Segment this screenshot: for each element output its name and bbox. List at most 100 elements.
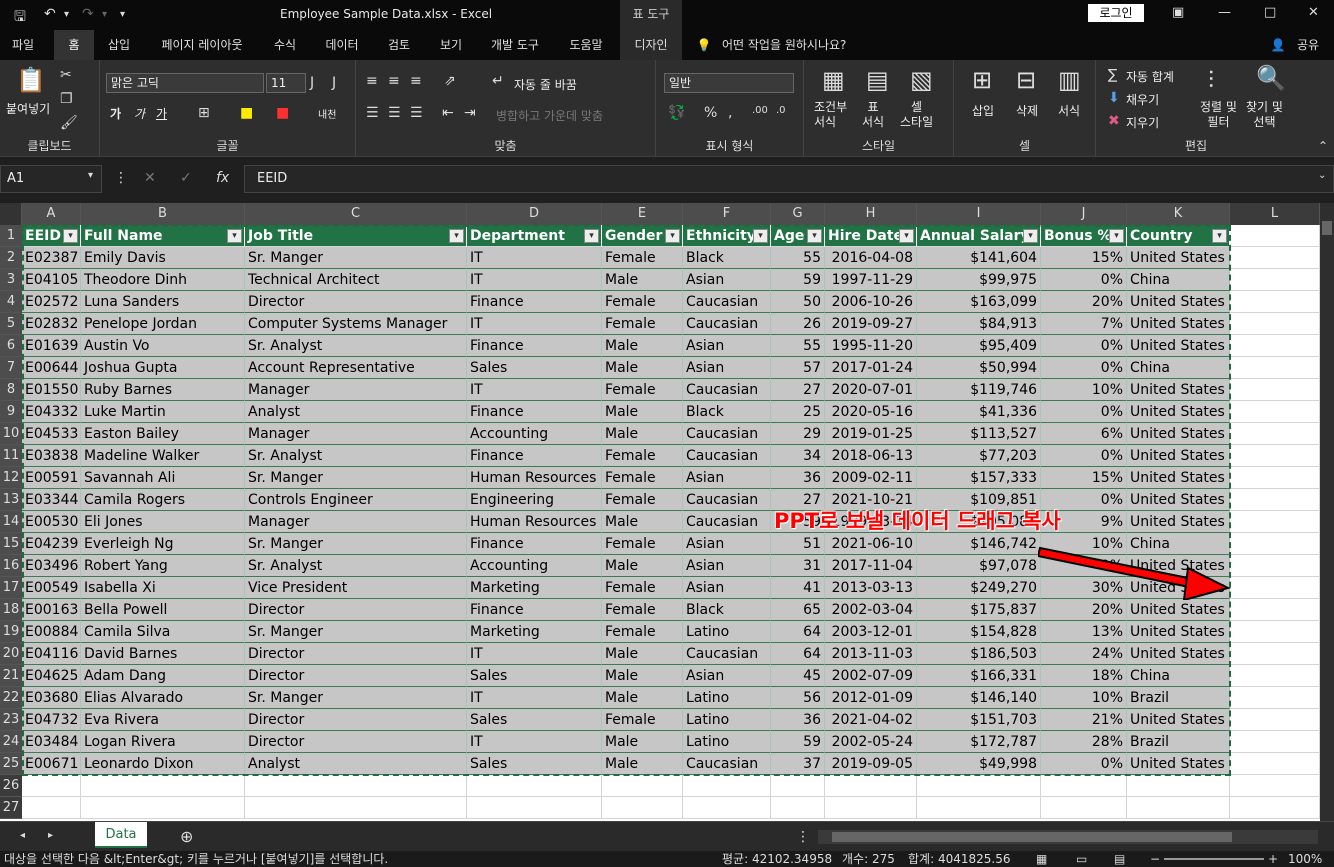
currency-icon[interactable]: 💱	[668, 106, 685, 120]
comma-icon[interactable]: ,	[728, 106, 732, 120]
table-cell[interactable]: Director	[245, 643, 467, 665]
table-cell[interactable]: 41	[771, 577, 825, 599]
table-cell[interactable]: Adam Dang	[81, 665, 245, 687]
page-layout-view-icon[interactable]: ▭	[1076, 851, 1087, 867]
table-cell[interactable]: United States	[1127, 379, 1230, 401]
table-cell[interactable]: Caucasian	[683, 379, 771, 401]
table-cell[interactable]: E02832	[22, 313, 81, 335]
clear-icon[interactable]: ✖	[1108, 114, 1120, 128]
column-header-g[interactable]: G	[771, 203, 825, 225]
close-icon[interactable]: ✕	[1308, 5, 1319, 20]
cancel-icon[interactable]: ✕	[144, 171, 156, 185]
table-cell[interactable]: Asian	[683, 357, 771, 379]
table-cell[interactable]: 2017-01-24	[825, 357, 917, 379]
table-cell[interactable]: Marketing	[467, 621, 602, 643]
table-cell[interactable]: 36	[771, 709, 825, 731]
table-cell[interactable]: Female	[602, 533, 683, 555]
table-cell[interactable]: United States	[1127, 445, 1230, 467]
table-cell[interactable]: Male	[602, 511, 683, 533]
insert-cells-icon[interactable]: ⊞	[972, 68, 992, 92]
table-cell[interactable]: United States	[1127, 489, 1230, 511]
table-cell[interactable]: Isabella Xi	[81, 577, 245, 599]
row-header[interactable]: 9	[0, 401, 22, 423]
empty-cell[interactable]	[1230, 357, 1320, 379]
table-cell[interactable]: E00644	[22, 357, 81, 379]
table-cell[interactable]: 64	[771, 643, 825, 665]
table-cell[interactable]: Analyst	[245, 401, 467, 423]
empty-cell[interactable]	[1230, 621, 1320, 643]
fill-button[interactable]: 채우기	[1126, 91, 1159, 108]
table-cell[interactable]: Sr. Manger	[245, 687, 467, 709]
table-cell[interactable]: Caucasian	[683, 445, 771, 467]
insert-cells-button[interactable]: 삽입	[972, 102, 994, 119]
table-header-cell[interactable]: Department ▾	[467, 225, 602, 247]
table-cell[interactable]: 59	[771, 269, 825, 291]
format-painter-icon[interactable]: 🖌	[60, 116, 78, 130]
table-cell[interactable]: Marketing	[467, 577, 602, 599]
row-header[interactable]: 16	[0, 555, 22, 577]
worksheet-grid[interactable]: A B C D E F G H I J K L 1 EEID ▾ Full Name ▾ Job Title ▾ De…	[0, 203, 1320, 821]
table-cell[interactable]: 1997-11-29	[825, 269, 917, 291]
table-cell[interactable]: $84,913	[917, 313, 1041, 335]
empty-cell[interactable]	[825, 797, 917, 819]
sort-filter-button[interactable]: 정렬 및 필터	[1200, 100, 1237, 130]
table-cell[interactable]: Male	[602, 753, 683, 775]
table-header-cell[interactable]: EEID ▾	[22, 225, 81, 247]
table-cell[interactable]: China	[1127, 665, 1230, 687]
decrease-font-icon[interactable]: 𝖩	[332, 76, 336, 90]
empty-cell[interactable]	[1230, 445, 1320, 467]
empty-cell[interactable]	[1230, 577, 1320, 599]
table-cell[interactable]: $95,409	[917, 335, 1041, 357]
table-cell[interactable]: E04105	[22, 269, 81, 291]
wrap-text-icon[interactable]: ↵	[492, 74, 504, 88]
table-cell[interactable]: Latino	[683, 709, 771, 731]
table-header-cell[interactable]: Bonus % ▾	[1041, 225, 1127, 247]
table-cell[interactable]: United States	[1127, 709, 1230, 731]
table-cell[interactable]: Bella Powell	[81, 599, 245, 621]
redo-dropdown-icon[interactable]: ▾	[102, 9, 107, 27]
table-cell[interactable]: Easton Bailey	[81, 423, 245, 445]
table-cell[interactable]: Female	[602, 445, 683, 467]
empty-cell[interactable]	[1230, 247, 1320, 269]
login-button[interactable]: 로그인	[1088, 4, 1144, 22]
empty-cell[interactable]	[917, 797, 1041, 819]
table-cell[interactable]: Asian	[683, 577, 771, 599]
empty-cell[interactable]	[1230, 599, 1320, 621]
fill-color-icon[interactable]: ■	[240, 106, 253, 120]
add-sheet-icon[interactable]: ⊕	[180, 829, 193, 845]
table-cell[interactable]: $119,746	[917, 379, 1041, 401]
table-cell[interactable]: IT	[467, 379, 602, 401]
table-cell[interactable]: E04116	[22, 643, 81, 665]
font-name-select[interactable]: 맑은 고딕	[106, 73, 264, 93]
table-cell[interactable]: 0%	[1041, 753, 1127, 775]
table-cell[interactable]: United States	[1127, 423, 1230, 445]
tab-formulas[interactable]: 수식	[264, 30, 306, 60]
page-break-view-icon[interactable]: ▤	[1114, 851, 1125, 867]
table-cell[interactable]: United States	[1127, 291, 1230, 313]
table-cell[interactable]: Account Representative	[245, 357, 467, 379]
table-cell[interactable]: Sr. Manger	[245, 467, 467, 489]
table-cell[interactable]: Male	[602, 335, 683, 357]
column-header-l[interactable]: L	[1230, 203, 1320, 225]
tab-file[interactable]: 파일	[0, 30, 46, 60]
table-cell[interactable]: Finance	[467, 335, 602, 357]
column-header-j[interactable]: J	[1041, 203, 1127, 225]
table-cell[interactable]: Human Resources	[467, 467, 602, 489]
table-cell[interactable]: $49,998	[917, 753, 1041, 775]
sheet-tab-data[interactable]: Data	[95, 822, 147, 848]
table-cell[interactable]: $186,503	[917, 643, 1041, 665]
tab-view[interactable]: 보기	[428, 30, 474, 60]
share-button[interactable]: 공유	[1288, 30, 1328, 60]
table-cell[interactable]: E02387	[22, 247, 81, 269]
percent-icon[interactable]: %	[704, 106, 717, 120]
table-cell[interactable]: United States	[1127, 621, 1230, 643]
table-cell[interactable]: E04732	[22, 709, 81, 731]
table-cell[interactable]: E03484	[22, 731, 81, 753]
table-cell[interactable]: Emily Davis	[81, 247, 245, 269]
table-cell[interactable]: Director	[245, 731, 467, 753]
clear-button[interactable]: 지우기	[1126, 114, 1159, 131]
format-cells-button[interactable]: 서식	[1058, 102, 1080, 119]
empty-cell[interactable]	[22, 797, 81, 819]
tab-design[interactable]: 디자인	[620, 30, 682, 60]
row-header[interactable]: 8	[0, 379, 22, 401]
